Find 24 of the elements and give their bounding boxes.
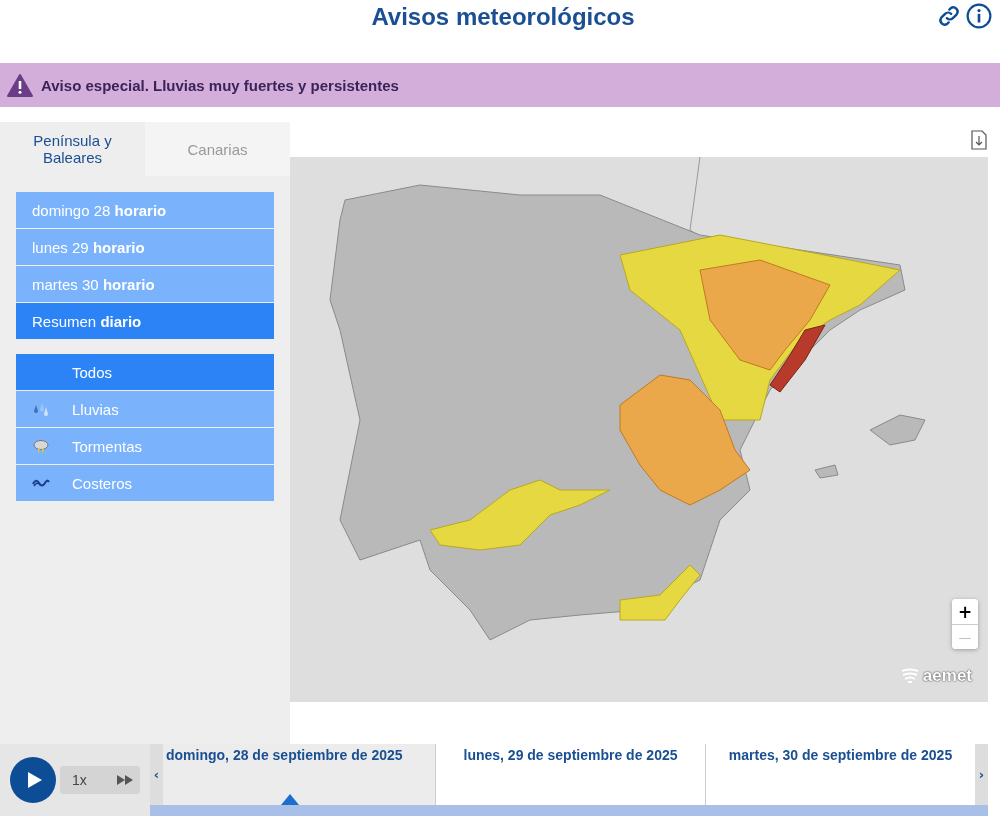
fast-forward-icon [116, 774, 134, 786]
speed-button[interactable]: 1x [60, 766, 140, 794]
logo-text: aemet [922, 666, 972, 686]
info-icon[interactable] [966, 3, 992, 29]
page-title: Avisos meteorológicos [371, 2, 635, 32]
filter-item[interactable]: Lluvias [16, 391, 274, 427]
filter-item[interactable]: Tormentas [16, 428, 274, 464]
download-icon[interactable] [971, 129, 987, 150]
zoom-in-button[interactable]: + [952, 599, 978, 624]
link-icon[interactable] [936, 3, 962, 29]
warning-icon [7, 73, 33, 97]
alert-text: Aviso especial. Lluvias muy fuertes y persistentes [41, 76, 399, 94]
filter-item[interactable]: Todos [16, 354, 274, 390]
day-menu-item[interactable]: domingo 28 horario [16, 192, 274, 228]
day-menu-item[interactable]: lunes 29 horario [16, 229, 274, 265]
play-button[interactable] [10, 757, 56, 803]
day-menu-item[interactable]: martes 30 horario [16, 266, 274, 302]
play-icon [27, 771, 43, 789]
day-menu-item[interactable]: Resumen diario [16, 303, 274, 339]
filter-item[interactable]: Costeros [16, 465, 274, 501]
region-tab[interactable]: Canarias [145, 122, 290, 176]
timeline-day[interactable]: domingo, 28 de septiembre de 2025 [163, 744, 436, 805]
region-tab[interactable]: Península y Baleares [0, 122, 145, 176]
storm-cloud-icon [32, 437, 50, 455]
